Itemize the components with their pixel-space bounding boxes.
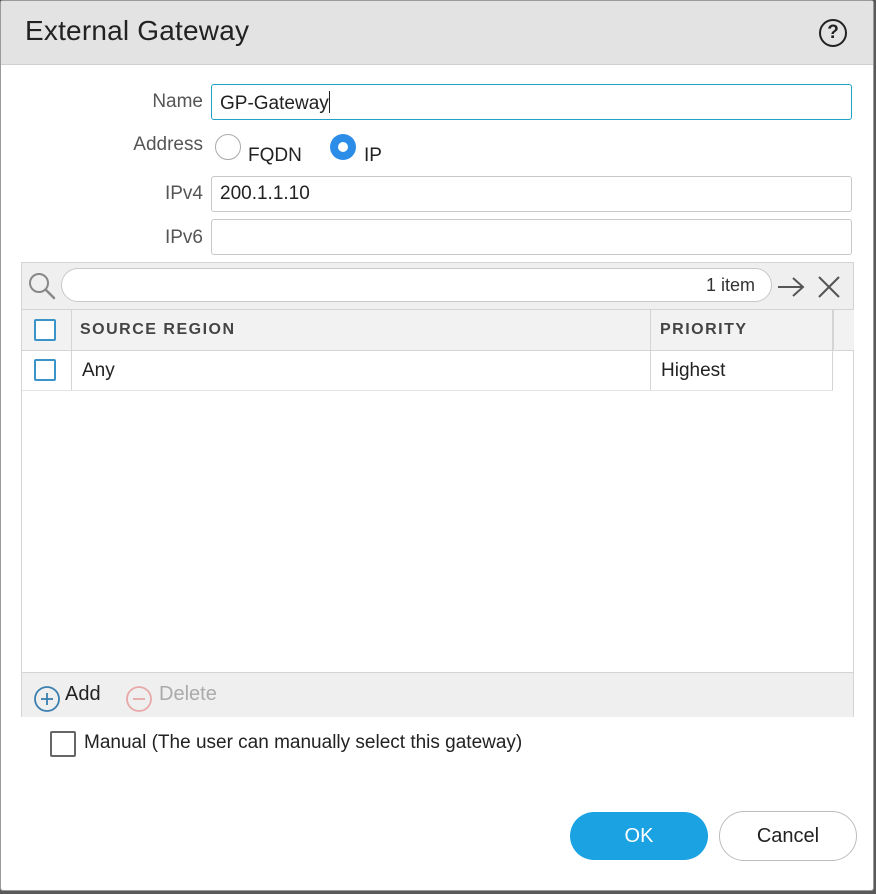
arrow-right-icon[interactable] xyxy=(776,275,806,299)
add-button[interactable]: Add xyxy=(65,683,101,706)
manual-label[interactable]: Manual (The user can manually select thi… xyxy=(84,732,522,754)
ipv4-input-value: 200.1.1.10 xyxy=(220,183,310,204)
row-checkbox[interactable] xyxy=(34,359,56,381)
address-ip-radio[interactable] xyxy=(330,134,356,160)
name-input[interactable]: GP-Gateway xyxy=(211,84,852,120)
delete-button[interactable]: Delete xyxy=(159,683,217,706)
cell-priority: Highest xyxy=(661,360,726,381)
item-count: 1 item xyxy=(705,275,755,295)
ipv4-label: IPv4 xyxy=(164,183,203,204)
ipv6-label: IPv6 xyxy=(164,227,203,248)
source-region-grid: 1 item SOURCE REGION PRIORITY Any Highes… xyxy=(21,262,854,717)
close-icon[interactable] xyxy=(816,274,842,300)
help-icon[interactable]: ? xyxy=(819,19,847,47)
grid-footer: Add Delete xyxy=(22,672,853,717)
dialog-title: External Gateway xyxy=(25,15,250,46)
manual-checkbox[interactable] xyxy=(50,731,76,757)
grid-header-filler xyxy=(833,309,854,351)
ipv6-input[interactable] xyxy=(211,219,852,255)
address-fqdn-radio[interactable] xyxy=(215,134,241,160)
search-icon xyxy=(29,273,56,300)
select-all-checkbox[interactable] xyxy=(34,319,56,341)
grid-toolbar: 1 item xyxy=(22,263,853,309)
name-input-value: GP-Gateway xyxy=(220,93,329,114)
column-separator xyxy=(832,351,833,390)
ok-button[interactable]: OK xyxy=(570,812,708,860)
column-separator xyxy=(650,351,651,390)
column-header-priority[interactable]: PRIORITY xyxy=(660,310,748,350)
table-row[interactable]: Any Highest xyxy=(22,351,833,391)
dialog-titlebar: External Gateway ? xyxy=(1,1,873,65)
search-input[interactable]: 1 item xyxy=(61,268,772,302)
text-caret xyxy=(328,91,330,113)
minus-circle-icon xyxy=(126,686,152,712)
column-header-source-region[interactable]: SOURCE REGION xyxy=(80,310,236,350)
address-label: Address xyxy=(133,134,203,155)
column-separator xyxy=(650,310,651,350)
cell-source-region: Any xyxy=(82,360,115,381)
name-label: Name xyxy=(152,91,203,112)
address-fqdn-label[interactable]: FQDN xyxy=(248,145,302,167)
cancel-button[interactable]: Cancel xyxy=(719,811,857,861)
plus-circle-icon[interactable] xyxy=(33,685,61,713)
ipv4-input[interactable]: 200.1.1.10 xyxy=(211,176,852,212)
column-separator xyxy=(71,310,72,350)
column-separator xyxy=(71,351,72,390)
grid-header: SOURCE REGION PRIORITY xyxy=(22,309,833,351)
address-ip-label[interactable]: IP xyxy=(364,145,382,167)
external-gateway-dialog: External Gateway ? Name GP-Gateway Addre… xyxy=(0,0,874,891)
